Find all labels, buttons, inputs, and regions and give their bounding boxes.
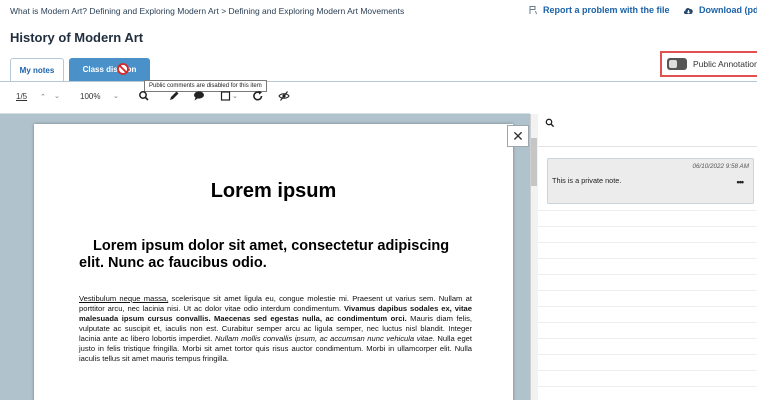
document-subtitle-line-2: elit. Nunc ac faucibus odio. bbox=[79, 255, 267, 271]
public-annotations-label: Public Annotations bbox=[693, 59, 757, 69]
public-annotations-toggle[interactable]: Public Annotations bbox=[660, 51, 757, 77]
document-subtitle: Lorem ipsum dolor sit amet, consectetur … bbox=[79, 238, 499, 272]
panel-line bbox=[538, 322, 757, 323]
panel-line bbox=[538, 242, 757, 243]
document-page: Lorem ipsum Lorem ipsum dolor sit amet, … bbox=[34, 124, 513, 400]
tab-class-discussion[interactable]: Class disc ion bbox=[69, 58, 150, 81]
download-pdf-label: Download (pdf) bbox=[699, 5, 757, 15]
document-subtitle-line-1: Lorem ipsum dolor sit amet, consectetur … bbox=[93, 238, 450, 254]
note-timestamp: 06/10/2022 9:58 AM bbox=[692, 163, 749, 170]
panel-line bbox=[538, 386, 757, 387]
document-title: Lorem ipsum bbox=[210, 180, 337, 202]
download-pdf-link[interactable]: Download (pdf) bbox=[683, 5, 757, 15]
comment-icon[interactable] bbox=[193, 90, 205, 102]
zoom-level[interactable]: 100% bbox=[80, 92, 100, 101]
scrollbar-thumb[interactable] bbox=[531, 138, 537, 186]
panel-line bbox=[538, 258, 757, 259]
report-problem-label: Report a problem with the file bbox=[543, 5, 670, 15]
panel-line bbox=[538, 306, 757, 307]
note-text: This is a private note. bbox=[552, 176, 622, 185]
page-count[interactable]: 1/5 bbox=[16, 92, 27, 101]
tab-divider bbox=[0, 81, 757, 82]
toggle-switch[interactable] bbox=[667, 58, 687, 70]
document-paragraph: Vestibulum neque massa, scelerisque sit … bbox=[79, 294, 472, 364]
shape-dropdown-icon[interactable]: ⌄ bbox=[232, 92, 238, 100]
next-page-icon[interactable]: ⌄ bbox=[54, 92, 60, 100]
zoom-dropdown-icon[interactable]: ⌄ bbox=[113, 92, 119, 100]
disabled-icon bbox=[117, 63, 129, 75]
notes-search-icon[interactable] bbox=[545, 118, 555, 128]
pen-icon[interactable] bbox=[168, 90, 180, 102]
cloud-download-icon bbox=[683, 7, 693, 14]
panel-line bbox=[538, 338, 757, 339]
panel-line bbox=[538, 226, 757, 227]
note-card[interactable]: 06/10/2022 9:58 AM This is a private not… bbox=[547, 158, 754, 204]
breadcrumb[interactable]: What is Modern Art? Defining and Explori… bbox=[10, 6, 404, 16]
panel-line bbox=[538, 274, 757, 275]
paragraph-italic: Nullam mollis convallis ipsum, ac accums… bbox=[214, 334, 435, 343]
report-icon bbox=[529, 6, 537, 15]
hide-annotations-icon[interactable] bbox=[278, 90, 290, 102]
note-menu-icon[interactable]: ••• bbox=[737, 177, 745, 187]
panel-line bbox=[538, 354, 757, 355]
panel-divider bbox=[538, 146, 757, 147]
toolbar: 1/5 ⌃ ⌄ 100% ⌄ ⌄ bbox=[0, 88, 757, 108]
close-button[interactable]: ✕ bbox=[507, 125, 529, 147]
panel-line bbox=[538, 290, 757, 291]
paragraph-underlined: Vestibulum neque massa, bbox=[79, 294, 169, 303]
rotate-icon[interactable] bbox=[252, 90, 264, 102]
prev-page-icon[interactable]: ⌃ bbox=[40, 93, 46, 101]
top-bar: What is Modern Art? Defining and Explori… bbox=[0, 0, 757, 24]
page-title: History of Modern Art bbox=[10, 30, 144, 45]
panel-line bbox=[538, 370, 757, 371]
report-problem-link[interactable]: Report a problem with the file bbox=[528, 5, 670, 15]
shape-icon[interactable] bbox=[220, 90, 232, 102]
notes-panel bbox=[538, 114, 757, 400]
panel-line bbox=[538, 210, 757, 211]
search-icon[interactable] bbox=[138, 90, 150, 102]
tab-my-notes[interactable]: My notes bbox=[10, 58, 64, 81]
